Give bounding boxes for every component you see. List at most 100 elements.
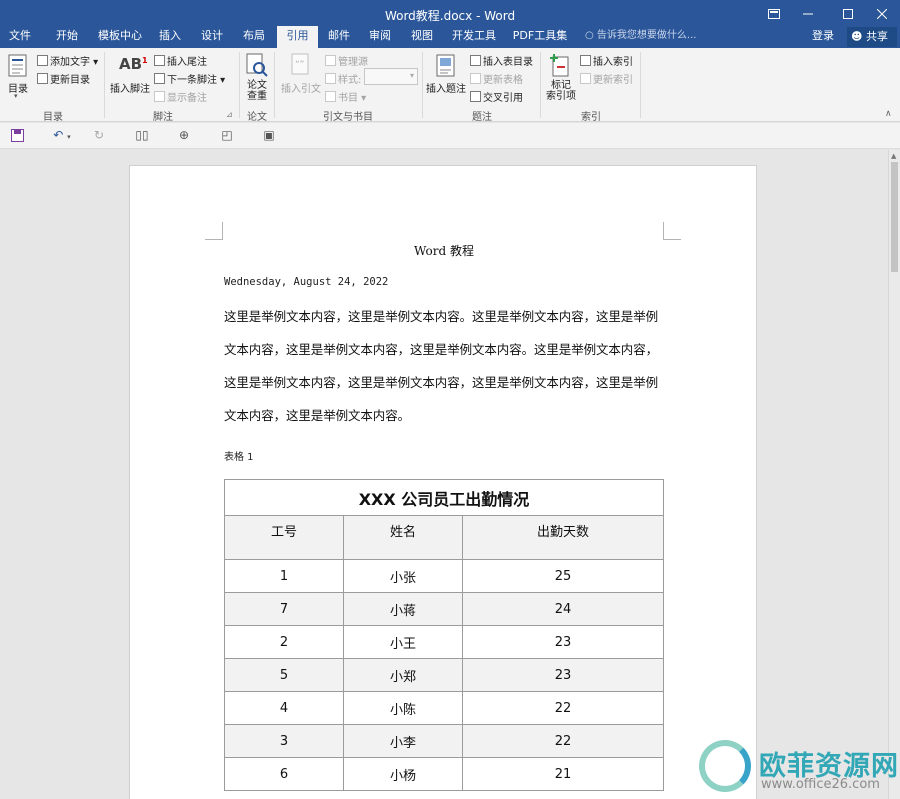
update-toc-button[interactable]: 更新目录 <box>37 71 90 86</box>
person-icon: ☻ <box>851 30 863 43</box>
group-separator <box>239 52 240 118</box>
login-button[interactable]: 登录 <box>812 26 834 48</box>
document-page[interactable]: Word 教程 Wednesday, August 24, 2022 这里是举例… <box>129 165 757 799</box>
tab-layout[interactable]: 布局 <box>236 26 272 48</box>
view-icon[interactable]: ▯▯ <box>134 129 150 142</box>
table-cell: 23 <box>462 658 664 692</box>
tab-review[interactable]: 审阅 <box>362 26 398 48</box>
paragraph-line: 文本内容，这里是举例文本内容。 <box>224 408 411 423</box>
tab-insert[interactable]: 插入 <box>152 26 188 48</box>
update-index-button[interactable]: 更新索引 <box>580 71 633 86</box>
tab-pdf-tools[interactable]: PDF工具集 <box>508 26 572 48</box>
toc-dropdown-icon[interactable]: ▾ <box>14 92 18 100</box>
table-title: XXX 公司员工出勤情况 <box>224 479 664 516</box>
insert-citation-button[interactable]: 插入引文 <box>281 80 321 95</box>
table-header-row: 工号 姓名 出勤天数 <box>224 515 664 560</box>
update-table-icon <box>470 73 481 84</box>
insert-caption-button[interactable]: 插入题注 <box>426 80 466 95</box>
share-label: 共享 <box>865 30 888 43</box>
ribbon-references: 目录 ▾ 添加文字 ▾ 更新目录 目录 AB1 插入脚注 插入尾注 下一条脚注 … <box>0 48 900 123</box>
cross-reference-button[interactable]: 交叉引用 <box>470 89 523 104</box>
group-label-toc: 目录 <box>43 112 63 123</box>
group-label-index: 索引 <box>581 112 601 123</box>
update-table-button[interactable]: 更新表格 <box>470 71 523 86</box>
insert-index-button[interactable]: 插入索引 <box>580 53 633 68</box>
undo-icon[interactable]: ↶ ▾ <box>50 129 74 142</box>
scrollbar-thumb[interactable] <box>891 162 898 272</box>
collapse-ribbon-icon[interactable]: ∧ <box>885 109 892 119</box>
maximize-icon[interactable] <box>831 0 864 28</box>
cross-reference-icon <box>470 91 481 102</box>
tab-mailings[interactable]: 邮件 <box>321 26 357 48</box>
table-cell: 小王 <box>343 625 463 659</box>
table-cell: 4 <box>224 691 344 725</box>
table-cell: 小李 <box>343 724 463 758</box>
minimize-icon[interactable] <box>791 0 824 28</box>
redo-icon[interactable]: ↻ <box>92 129 106 142</box>
watermark-logo-icon <box>699 740 751 792</box>
group-separator <box>640 52 641 118</box>
table-cell: 6 <box>224 757 344 791</box>
table-cell: 小郑 <box>343 658 463 692</box>
paper-check-button[interactable]: 论文 查重 <box>247 80 267 102</box>
table-row: 1 小张 25 <box>224 559 664 593</box>
show-notes-button[interactable]: 显示备注 <box>154 89 207 104</box>
update-toc-label: 更新目录 <box>50 75 90 86</box>
dialog-launcher-icon[interactable]: ⊿ <box>226 110 233 119</box>
toc-button[interactable]: 目录 <box>8 80 28 95</box>
clipboard-icon[interactable]: ▣ <box>262 129 276 142</box>
bibliography-label: 书目 <box>338 93 358 104</box>
table-cell: 23 <box>462 625 664 659</box>
table-cell: 7 <box>224 592 344 626</box>
bibliography-button[interactable]: 书目 ▾ <box>325 89 366 104</box>
table-of-figures-icon <box>470 55 481 66</box>
attendance-table: XXX 公司员工出勤情况 工号 姓名 出勤天数 1 小张 25 7 小蒋 2 4 … <box>224 479 664 791</box>
paper-check-icon <box>246 53 268 77</box>
insert-table-of-figures-button[interactable]: 插入表目录 <box>470 53 533 68</box>
paragraph-line: 这里是举例文本内容，这里是举例文本内容，这里是举例文本内容，这里是举例 <box>224 375 659 390</box>
table-row: 2 小王 23 <box>224 625 664 659</box>
add-text-icon <box>37 55 48 66</box>
table-cell: 21 <box>462 757 664 791</box>
vertical-scrollbar[interactable]: ▲ <box>888 150 900 799</box>
group-separator <box>540 52 541 118</box>
table-of-figures-label: 插入表目录 <box>483 57 533 68</box>
margin-corner-mark <box>663 222 681 240</box>
link-icon[interactable]: ⊕ <box>177 129 191 142</box>
style-icon <box>325 73 336 84</box>
zoom-icon[interactable]: ◰ <box>220 129 234 142</box>
tell-me-search[interactable]: ○ 告诉我您想要做什么... <box>585 26 696 48</box>
title-bar: Word教程.docx - Word <box>0 0 900 28</box>
add-text-button[interactable]: 添加文字 ▾ <box>37 53 98 68</box>
mark-entry-button[interactable]: 标记 索引项 <box>546 80 576 102</box>
table-cell: 5 <box>224 658 344 692</box>
mark-entry-line1: 标记 <box>551 80 571 91</box>
manage-sources-button[interactable]: 管理源 <box>325 53 368 68</box>
table-cell: 22 <box>462 691 664 725</box>
add-text-label: 添加文字 <box>50 57 90 68</box>
close-icon[interactable] <box>865 0 898 28</box>
group-label-paper: 论文 <box>247 112 267 123</box>
next-footnote-button[interactable]: 下一条脚注 ▾ <box>154 71 225 86</box>
tab-view[interactable]: 视图 <box>404 26 440 48</box>
tab-design[interactable]: 设计 <box>194 26 230 48</box>
ribbon-display-options-icon[interactable] <box>757 0 790 28</box>
insert-endnote-button[interactable]: 插入尾注 <box>154 53 207 68</box>
next-footnote-icon <box>154 73 165 84</box>
insert-footnote-button[interactable]: 插入脚注 <box>110 80 150 95</box>
lightbulb-icon: ○ <box>585 30 594 41</box>
tab-references[interactable]: 引用 <box>277 26 318 48</box>
tab-home[interactable]: 开始 <box>46 26 88 48</box>
tab-developer[interactable]: 开发工具 <box>446 26 502 48</box>
save-icon[interactable] <box>10 129 24 142</box>
watermark-url: www.office26.com <box>761 777 880 792</box>
scroll-up-icon[interactable]: ▲ <box>891 152 896 160</box>
show-notes-label: 显示备注 <box>167 93 207 104</box>
tab-template-center[interactable]: 模板中心 <box>92 26 148 48</box>
citation-style-select[interactable]: ▾ <box>364 68 418 85</box>
paragraph-line: 这里是举例文本内容，这里是举例文本内容。这里是举例文本内容，这里是举例 <box>224 309 659 324</box>
share-button[interactable]: ☻ 共享 <box>847 27 897 47</box>
tab-file[interactable]: 文件 <box>0 26 40 48</box>
cross-reference-label: 交叉引用 <box>483 93 523 104</box>
manage-sources-icon <box>325 55 336 66</box>
